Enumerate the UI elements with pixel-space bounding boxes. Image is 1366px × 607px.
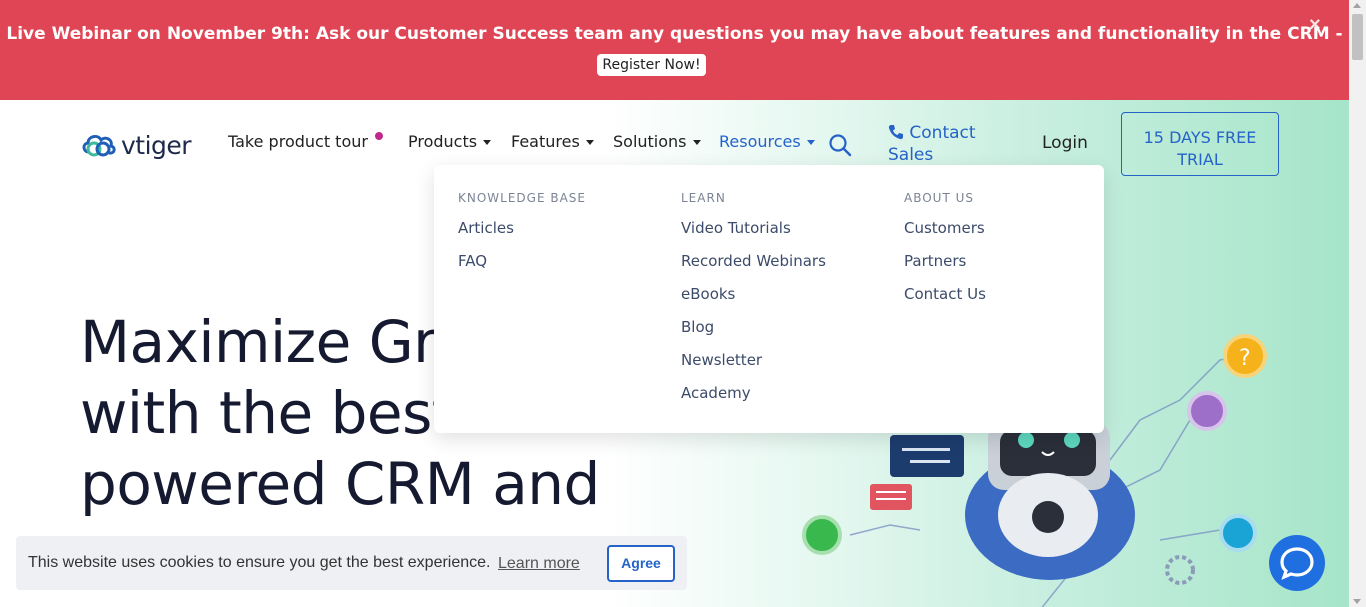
resources-dropdown: KNOWLEDGE BASE Articles FAQ LEARN Video … <box>434 165 1104 433</box>
chat-icon <box>1280 547 1314 580</box>
nav-features-label: Features <box>511 132 580 151</box>
page: vtiger Take product tour Products Featur… <box>0 100 1349 607</box>
dropdown-link-video-tutorials[interactable]: Video Tutorials <box>681 218 826 251</box>
notification-dot <box>375 132 383 140</box>
agree-button[interactable]: Agree <box>607 545 675 582</box>
scroll-up-icon[interactable] <box>1353 3 1361 8</box>
dropdown-link-faq[interactable]: FAQ <box>458 251 586 284</box>
dropdown-link-academy[interactable]: Academy <box>681 383 826 416</box>
dropdown-link-blog[interactable]: Blog <box>681 317 826 350</box>
free-trial-button[interactable]: 15 DAYS FREE TRIAL <box>1121 112 1279 176</box>
close-icon[interactable]: × <box>1309 14 1321 37</box>
chevron-down-icon <box>483 140 492 145</box>
scrollbar[interactable] <box>1349 0 1366 607</box>
trial-label-line1: 15 DAYS FREE <box>1143 127 1257 147</box>
banner-text: Live Webinar on November 9th: Ask our Cu… <box>6 24 1343 44</box>
scroll-down-icon[interactable] <box>1353 599 1361 604</box>
nav-solutions-label: Solutions <box>613 132 687 151</box>
svg-text:?: ? <box>1239 346 1251 371</box>
scroll-thumb[interactable] <box>1352 14 1363 60</box>
dropdown-link-ebooks[interactable]: eBooks <box>681 284 826 317</box>
register-now-button[interactable]: Register Now! <box>597 54 706 76</box>
chevron-down-icon <box>585 140 594 145</box>
learn-more-link[interactable]: Learn more <box>498 555 580 573</box>
nav-resources-label: Resources <box>719 132 801 151</box>
dropdown-link-customers[interactable]: Customers <box>904 218 986 251</box>
dropdown-heading: ABOUT US <box>904 191 975 205</box>
hero-title-line3: powered CRM and <box>80 450 600 518</box>
dropdown-link-newsletter[interactable]: Newsletter <box>681 350 826 383</box>
trial-label-line2: TRIAL <box>1177 149 1223 169</box>
contact-label-line1: Contact <box>909 123 976 143</box>
hero-title-line1: Maximize Gro <box>80 308 471 376</box>
chevron-down-icon <box>806 140 815 145</box>
dropdown-link-recorded-webinars[interactable]: Recorded Webinars <box>681 251 826 284</box>
cloud-logo-icon <box>82 134 116 157</box>
dropdown-link-partners[interactable]: Partners <box>904 251 986 284</box>
phone-icon <box>888 125 903 140</box>
dropdown-link-contact-us[interactable]: Contact Us <box>904 284 986 317</box>
dropdown-heading: LEARN <box>681 191 726 205</box>
dropdown-column-learn: LEARN Video Tutorials Recorded Webinars … <box>681 191 826 416</box>
cookie-text: This website uses cookies to ensure you … <box>28 554 491 571</box>
dropdown-column-about-us: ABOUT US Customers Partners Contact Us <box>904 191 986 317</box>
dropdown-heading: KNOWLEDGE BASE <box>458 191 586 205</box>
search-icon[interactable] <box>828 133 852 162</box>
cookie-consent-bar: This website uses cookies to ensure you … <box>16 536 687 590</box>
nav-resources[interactable]: Resources <box>719 132 815 151</box>
chat-widget-button[interactable] <box>1269 535 1325 591</box>
contact-label-line2: Sales <box>888 145 934 165</box>
nav-take-product-tour[interactable]: Take product tour <box>228 132 368 151</box>
announcement-banner: Live Webinar on November 9th: Ask our Cu… <box>0 0 1349 100</box>
nav-products-label: Products <box>408 132 478 151</box>
nav-solutions[interactable]: Solutions <box>613 132 701 151</box>
vtiger-logo[interactable]: vtiger <box>80 130 192 160</box>
login-link[interactable]: Login <box>1042 133 1088 153</box>
nav-features[interactable]: Features <box>511 132 594 151</box>
logo-text: vtiger <box>121 130 192 160</box>
contact-sales-link[interactable]: Contact Sales <box>888 122 998 166</box>
chevron-down-icon <box>692 140 701 145</box>
nav-products[interactable]: Products <box>408 132 492 151</box>
dropdown-link-articles[interactable]: Articles <box>458 218 586 251</box>
dropdown-column-knowledge-base: KNOWLEDGE BASE Articles FAQ <box>458 191 586 284</box>
